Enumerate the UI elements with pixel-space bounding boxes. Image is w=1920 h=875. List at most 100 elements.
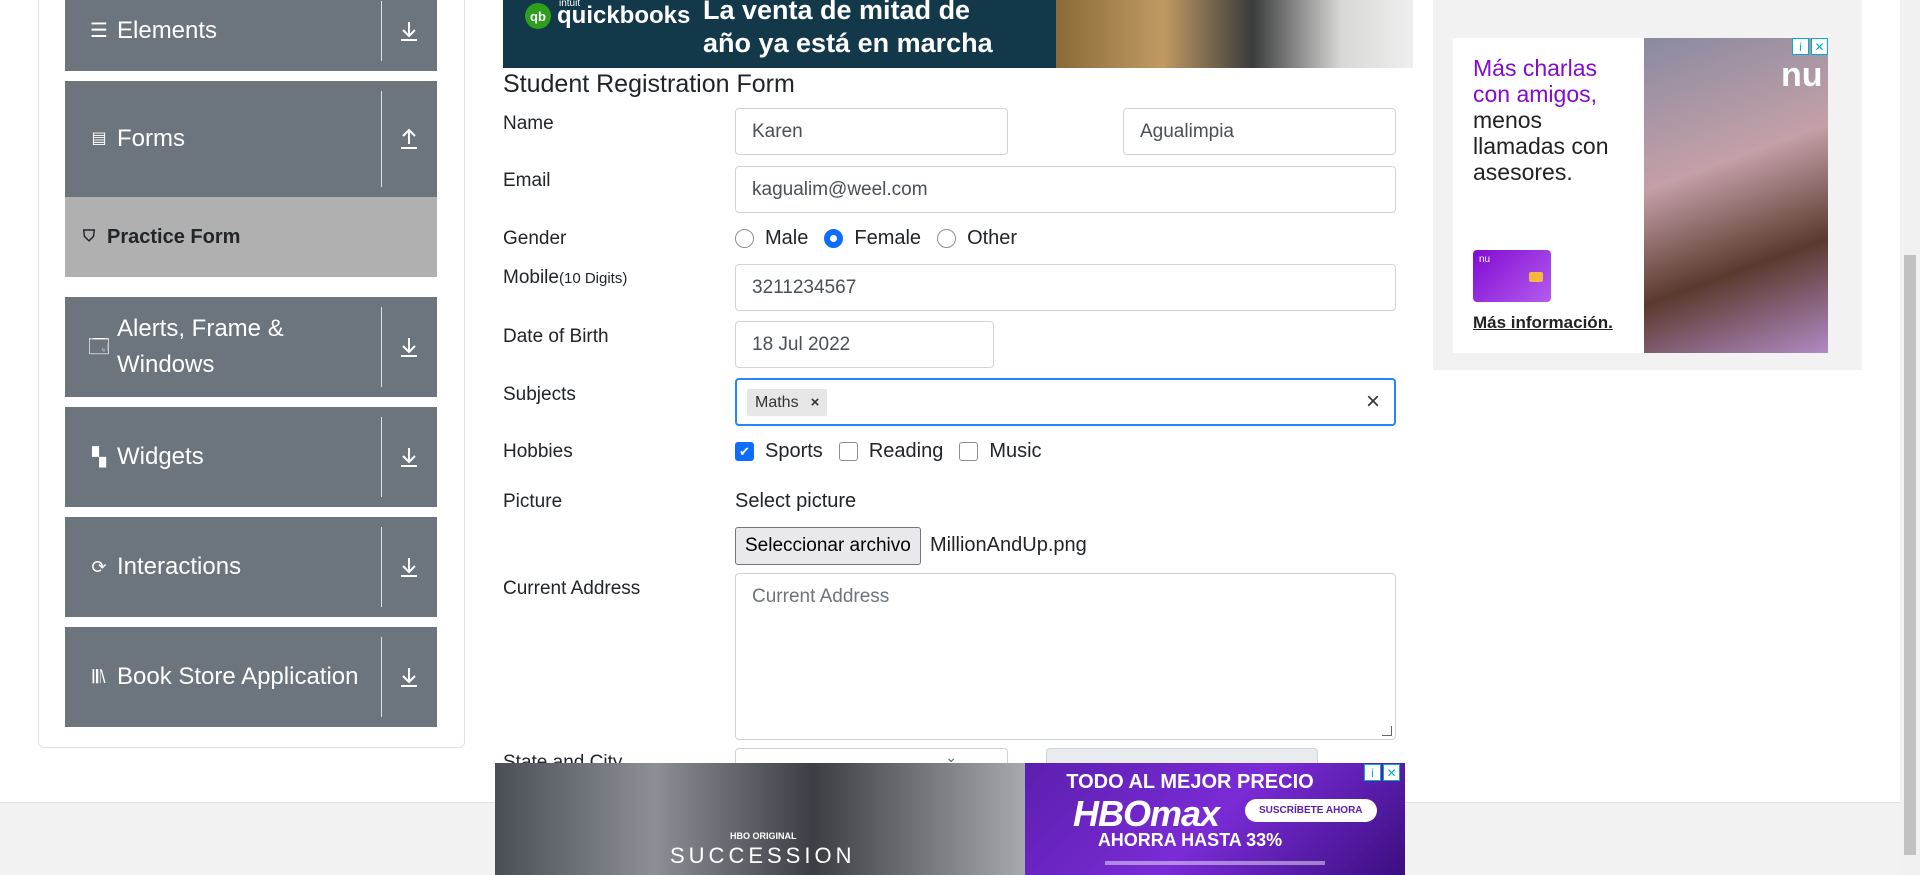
select-picture-label: Select picture [735,490,857,512]
subscribe-button[interactable]: SUSCRÍBETE AHORA [1245,799,1377,822]
checkbox-sports[interactable]: ✔ [735,442,754,461]
subjects-label: Subjects [503,384,576,405]
upload-arrow-icon[interactable] [381,81,437,197]
ad-line1: TODO AL MEJOR PRECIO [1066,771,1314,793]
download-arrow-icon[interactable] [381,517,437,617]
ad-headline-line1: La venta de mitad de [703,0,971,25]
ad-line2: AHORRA HASTA 33% [1097,830,1283,850]
ad-controls: i ✕ [1364,764,1400,781]
ad-headline-line2: año ya está en marcha [703,28,993,58]
gender-male-option[interactable]: Male [735,227,808,250]
ad-more-info-link[interactable]: Más información. [1473,313,1613,333]
sidebar-group-elements[interactable]: ☰ Elements [65,0,437,71]
sidebar-group-forms[interactable]: ▤ Forms [65,81,437,197]
ad-info-icon[interactable]: i [1364,764,1381,781]
hobby-music-option[interactable]: Music [959,440,1042,463]
refresh-icon: ⟳ [91,557,107,577]
ad-nubank[interactable]: Más charlas con amigos, menos llamadas c… [1453,38,1828,353]
show-title: SUCCESSION [670,843,856,868]
gender-radio-group: Male Female Other [735,227,1033,250]
ad-brand-small: intuit [559,0,581,9]
ad-controls: i ✕ [1792,38,1828,55]
sidebar-group-label: Elements [117,17,218,44]
scrollbar-thumb[interactable] [1904,255,1916,855]
html5-icon: ⛉ [83,228,96,245]
resize-handle-icon[interactable] [1382,726,1392,736]
sidebar-group-label: Alerts, Frame & Windows [117,315,284,378]
sidebar-group-alerts-header: 🗔 Alerts, Frame & Windows [65,297,381,397]
ad-close-icon[interactable]: ✕ [1811,38,1828,55]
checkbox-music[interactable] [959,442,979,461]
clear-icon[interactable]: × [1366,388,1380,416]
picture-label: Picture [503,491,563,512]
download-arrow-icon[interactable] [381,0,437,71]
books-icon: 𝄃𝄃\ [92,667,106,687]
ad-banner-top[interactable]: qb intuit quickbooks La venta de mitad d… [503,0,1413,68]
radio-other[interactable] [937,229,957,248]
sidebar-panel: ☰ Elements ▤ Forms ⛉ Practice Form 🗔 Ale… [38,0,465,748]
radio-male[interactable] [735,229,754,248]
remove-tag-icon[interactable]: × [805,394,828,411]
date-of-birth-input[interactable]: 18 Jul 2022 [735,321,994,368]
quickbooks-logo: qb intuit quickbooks [525,0,690,30]
checkbox-reading[interactable] [838,442,858,461]
hobbies-checkbox-group: ✔ Sports Reading Music [735,440,1058,463]
sidebar-group-book-store-header: 𝄃𝄃\ Book Store Application [65,627,381,727]
ad-close-icon[interactable]: ✕ [1383,764,1400,781]
ad-hbo-panel: TODO AL MEJOR PRECIO HBOmax SUSCRÍBETE A… [1025,763,1405,875]
mobile-input[interactable]: 3211234567 [735,264,1396,311]
radio-female[interactable] [824,229,844,248]
sidebar-group-widgets-header: ▚ Widgets [65,407,381,507]
ad-headline-purple: Más charlas con amigos, [1473,55,1598,107]
sidebar-group-label: Interactions [117,553,242,580]
hbomax-logo: HBOmax [1073,793,1220,834]
name-label: Name [503,113,554,134]
gender-female-option[interactable]: Female [824,227,921,250]
ad-banner-bottom[interactable]: HBO ORIGINAL SUCCESSION TODO AL MEJOR PR… [495,763,1405,875]
subjects-input[interactable]: Maths × × [735,378,1396,426]
sidebar-group-label: Widgets [117,443,204,470]
window-icon: 🗔 [88,336,110,358]
checkbox-label: Music [989,440,1042,462]
ad-headline: La venta de mitad de año ya está en marc… [703,0,993,60]
email-input[interactable]: kagualim@weel.com [735,166,1396,213]
current-address-label: Current Address [503,578,641,599]
dob-label: Date of Birth [503,326,609,347]
radio-label: Female [854,227,922,249]
download-arrow-icon[interactable] [381,297,437,397]
last-name-input[interactable]: Agualimpia [1123,108,1396,155]
download-arrow-icon[interactable] [381,627,437,727]
current-address-textarea[interactable]: Current Address [735,573,1396,740]
checkbox-label: Reading [868,440,944,462]
sidebar-group-interactions[interactable]: ⟳ Interactions [65,517,437,617]
checkbox-label: Sports [765,440,823,462]
gender-other-option[interactable]: Other [937,227,1017,250]
sidebar-item-practice-form[interactable]: ⛉ Practice Form [65,197,437,277]
ad-info-icon[interactable]: i [1792,38,1809,55]
ad-photo [1056,0,1413,68]
hobby-reading-option[interactable]: Reading [838,440,944,463]
sidebar-item-label: Practice Form [107,225,241,248]
ad-banner-right[interactable]: Más charlas con amigos, menos llamadas c… [1433,0,1862,370]
mobile-label: Mobile(10 Digits) [503,267,627,289]
sidebar-group-book-store[interactable]: 𝄃𝄃\ Book Store Application [65,627,437,727]
nubank-logo: nu [1781,56,1823,94]
quickbooks-logo-icon: qb [525,3,551,29]
ad-fine-print [1105,861,1325,865]
sidebar-group-widgets[interactable]: ▚ Widgets [65,407,437,507]
sidebar-group-alerts[interactable]: 🗔 Alerts, Frame & Windows [65,297,437,397]
choose-file-button[interactable]: Seleccionar archivo [735,527,921,565]
credit-card-image: nu [1473,250,1551,302]
hobbies-label: Hobbies [503,441,573,462]
mobile-hint: (10 Digits) [558,270,628,287]
download-arrow-icon[interactable] [381,407,437,507]
sidebar-group-elements-header: ☰ Elements [65,0,381,71]
hobby-sports-option[interactable]: ✔ Sports [735,440,823,463]
first-name-input[interactable]: Karen [735,108,1008,155]
widgets-icon: ▚ [92,447,106,467]
sidebar-group-forms-header: ▤ Forms [65,81,381,197]
email-label: Email [503,170,551,191]
card-chip-icon [1529,272,1543,282]
textarea-placeholder: Current Address [752,586,890,607]
sidebar-group-label: Book Store Application [117,663,359,690]
